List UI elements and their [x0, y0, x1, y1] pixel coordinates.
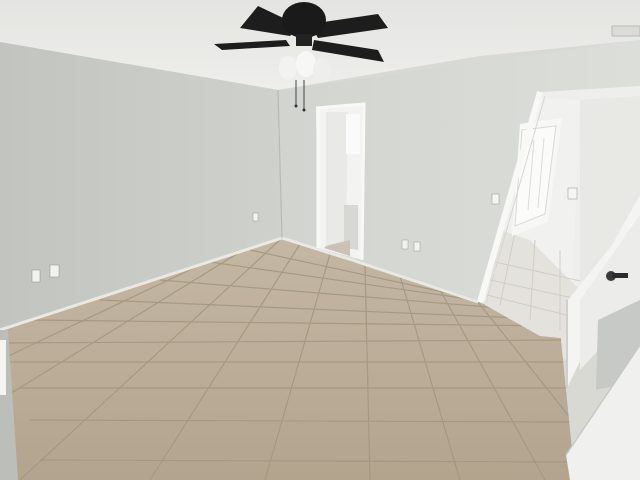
ceiling-vent: [611, 25, 640, 37]
room-photo: [0, 0, 640, 480]
bathroom-doorway: [315, 102, 366, 261]
